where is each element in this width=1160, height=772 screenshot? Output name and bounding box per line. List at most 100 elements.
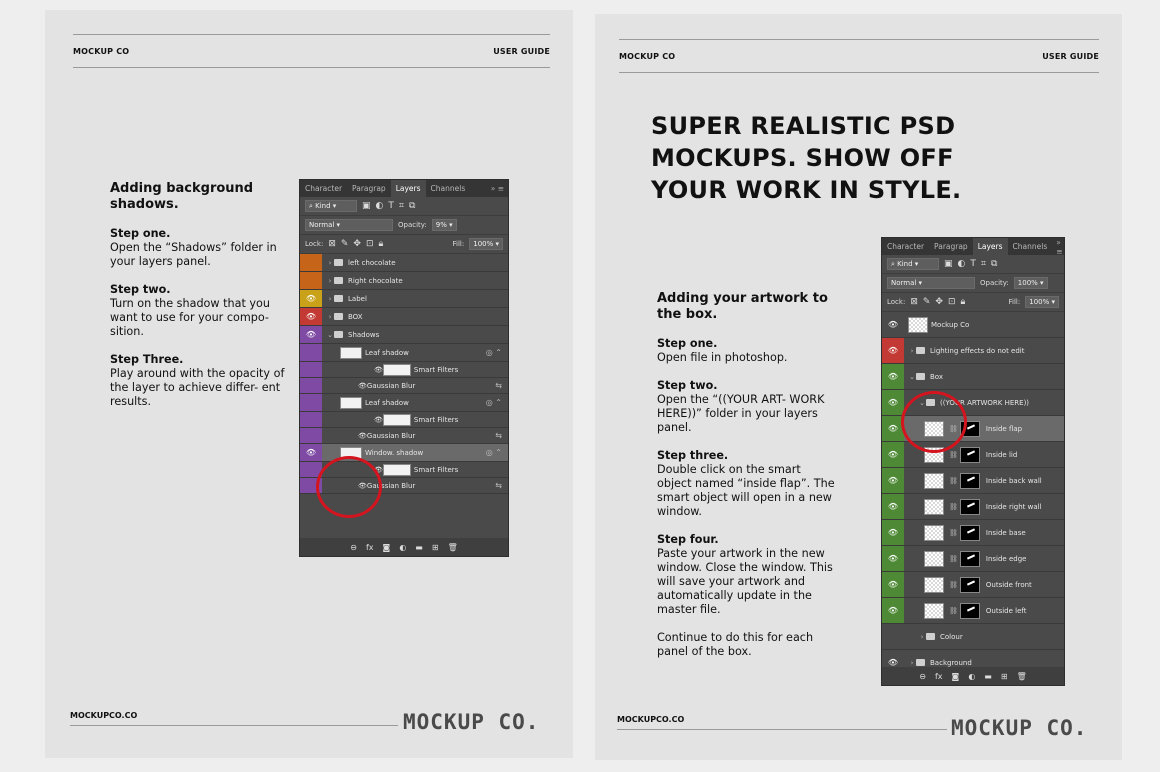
visibility-toggle[interactable] [882, 624, 904, 649]
visibility-toggle[interactable] [300, 362, 322, 377]
layer-row[interactable]: 👁︎ Gaussian Blur ⇆ [300, 378, 508, 394]
chevron-right-icon[interactable]: › [326, 259, 334, 267]
panel-menu-icon[interactable]: » ≡ [487, 184, 508, 193]
trash-icon[interactable]: 🗑︎ [448, 543, 458, 552]
visibility-toggle[interactable]: 👁︎ [882, 442, 904, 467]
link-layers-icon[interactable]: ⊖ [919, 672, 926, 681]
visibility-toggle[interactable]: 👁︎ [300, 290, 322, 307]
lock-move-icon[interactable]: ✥ [935, 297, 943, 307]
layer-row[interactable]: 👁︎ Mockup Co [882, 312, 1064, 338]
adjustment-layer-icon[interactable]: ◐ [399, 543, 406, 552]
filter-options-icon[interactable]: ⇆ [495, 481, 502, 490]
layer-row[interactable]: › Colour [882, 624, 1064, 650]
filter-eye-icon[interactable]: 👁︎ [358, 432, 367, 440]
layer-row[interactable]: 👁︎ Gaussian Blur ⇆ [300, 428, 508, 444]
visibility-toggle[interactable]: 👁︎ [882, 468, 904, 493]
chevron-down-icon[interactable]: ⌄ [908, 373, 916, 381]
visibility-toggle[interactable]: 👁︎ [882, 364, 904, 389]
visibility-toggle[interactable] [300, 272, 322, 289]
link-icon[interactable]: ⛓ [949, 503, 958, 511]
smart-filter-icon[interactable]: ⧉ [409, 201, 415, 211]
layer-row[interactable]: 👁︎ Window. shadow ◎ ⌃ [300, 444, 508, 462]
adjustment-layer-icon[interactable]: ◐ [968, 672, 975, 681]
tab-layers[interactable]: Layers [390, 180, 426, 197]
link-icon[interactable]: ⛓ [949, 581, 958, 589]
layer-row[interactable]: 👁︎ ⌄ Shadows [300, 326, 508, 344]
tab-paragrap[interactable]: Paragrap [347, 180, 391, 197]
layer-row[interactable]: 👁︎ Smart Filters [300, 362, 508, 378]
filter-options-icon[interactable]: ⇆ [495, 431, 502, 440]
visibility-toggle[interactable]: 👁︎ [300, 326, 322, 343]
opacity-input[interactable]: 9% ▾ [431, 219, 457, 231]
tab-paragrap[interactable]: Paragrap [929, 238, 973, 255]
visibility-toggle[interactable] [300, 428, 322, 443]
chevron-right-icon[interactable]: › [908, 347, 916, 355]
panel-menu-icon[interactable]: » ≡ [1052, 238, 1064, 256]
shape-filter-icon[interactable]: ⌗ [981, 259, 986, 269]
chevron-right-icon[interactable]: › [918, 633, 926, 641]
chevron-right-icon[interactable]: › [908, 659, 916, 667]
image-filter-icon[interactable]: ▣ [362, 201, 371, 211]
layer-row[interactable]: 👁︎ ⌄ Box [882, 364, 1064, 390]
adjustment-filter-icon[interactable]: ◐ [376, 201, 384, 211]
tab-channels[interactable]: Channels [1008, 238, 1053, 255]
layer-row[interactable]: 👁︎ › BOX [300, 308, 508, 326]
tab-character[interactable]: Character [300, 180, 347, 197]
kind-filter-select[interactable]: ⌕ Kind ▾ [305, 200, 357, 212]
link-layers-icon[interactable]: ⊖ [350, 543, 357, 552]
visibility-toggle[interactable]: 👁︎ [882, 572, 904, 597]
layer-row[interactable]: 👁︎ ⛓ Outside left [882, 598, 1064, 624]
layer-row[interactable]: › left chocolate [300, 254, 508, 272]
image-filter-icon[interactable]: ▣ [944, 259, 953, 269]
filter-options-icon[interactable]: ⇆ [495, 381, 502, 390]
trash-icon[interactable]: 🗑︎ [1017, 672, 1027, 681]
new-layer-icon[interactable]: ⊞ [432, 543, 439, 552]
smart-filter-icon[interactable]: ⧉ [991, 259, 997, 269]
lock-move-icon[interactable]: ✥ [353, 239, 361, 249]
new-group-icon[interactable]: ▬ [984, 672, 992, 681]
visibility-toggle[interactable]: 👁︎ [882, 598, 904, 623]
lock-artboard-icon[interactable]: ⊡ [948, 297, 956, 307]
visibility-toggle[interactable] [300, 412, 322, 427]
chevron-right-icon[interactable]: › [326, 295, 334, 303]
lock-transparent-icon[interactable]: ⊠ [910, 297, 918, 307]
visibility-toggle[interactable]: 👁︎ [882, 494, 904, 519]
layer-row[interactable]: 👁︎ ⛓ Inside base [882, 520, 1064, 546]
lock-paint-icon[interactable]: ✎ [923, 297, 931, 307]
fx-icon[interactable]: fx [366, 543, 374, 552]
tab-channels[interactable]: Channels [426, 180, 471, 197]
shape-filter-icon[interactable]: ⌗ [399, 201, 404, 211]
smart-filter-eye-icon[interactable]: 👁︎ [374, 416, 383, 424]
visibility-toggle[interactable] [300, 254, 322, 271]
link-icon[interactable]: ⛓ [949, 529, 958, 537]
layer-row[interactable]: Leaf shadow ◎ ⌃ [300, 394, 508, 412]
visibility-toggle[interactable]: 👁︎ [300, 308, 322, 325]
lock-artboard-icon[interactable]: ⊡ [366, 239, 374, 249]
link-icon[interactable]: ⛓ [949, 451, 958, 459]
lock-transparent-icon[interactable]: ⊠ [328, 239, 336, 249]
visibility-toggle[interactable] [300, 378, 322, 393]
layer-row[interactable]: 👁︎ ⛓ Inside lid [882, 442, 1064, 468]
visibility-toggle[interactable]: 👁︎ [882, 338, 904, 363]
kind-filter-select[interactable]: ⌕ Kind ▾ [887, 258, 939, 270]
visibility-toggle[interactable]: 👁︎ [882, 312, 904, 337]
new-group-icon[interactable]: ▬ [415, 543, 423, 552]
adjustment-filter-icon[interactable]: ◐ [958, 259, 966, 269]
type-filter-icon[interactable]: T [388, 201, 394, 211]
layer-row[interactable]: 👁︎ ⛓ Inside back wall [882, 468, 1064, 494]
layer-row[interactable]: 👁︎ ⛓ Inside right wall [882, 494, 1064, 520]
chevron-right-icon[interactable]: › [326, 313, 334, 321]
visibility-toggle[interactable]: 👁︎ [300, 444, 322, 461]
add-mask-icon[interactable]: ◙ [952, 672, 960, 681]
tab-character[interactable]: Character [882, 238, 929, 255]
layer-row[interactable]: › Right chocolate [300, 272, 508, 290]
opacity-input[interactable]: 100% ▾ [1013, 277, 1048, 289]
tab-layers[interactable]: Layers [972, 238, 1008, 255]
layer-row[interactable]: 👁︎ ⛓ Outside front [882, 572, 1064, 598]
link-icon[interactable]: ⛓ [949, 555, 958, 563]
layer-row[interactable]: 👁︎ ⛓ Inside edge [882, 546, 1064, 572]
visibility-toggle[interactable]: 👁︎ [882, 390, 904, 415]
layer-row[interactable]: 👁︎ Smart Filters [300, 412, 508, 428]
lock-all-icon[interactable]: 🔒︎ [379, 239, 384, 249]
layer-row[interactable]: Leaf shadow ◎ ⌃ [300, 344, 508, 362]
